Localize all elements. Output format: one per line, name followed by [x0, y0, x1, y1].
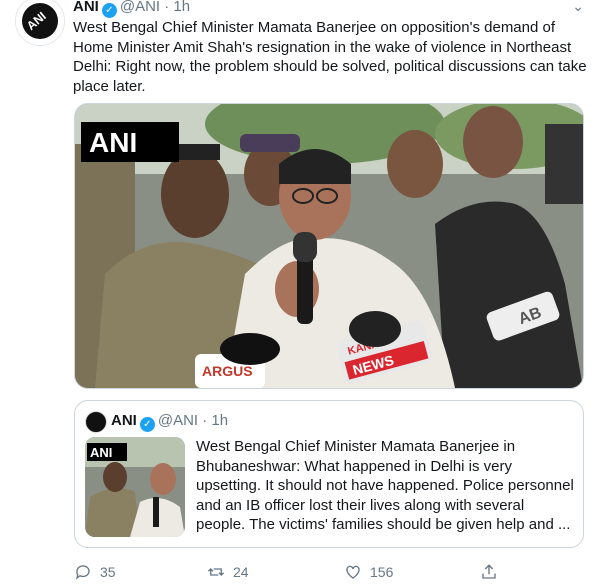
avatar[interactable]: ANI: [15, 0, 65, 46]
mic-label-argus: ARGUS: [202, 363, 253, 379]
quoted-ani-watermark: ANI: [90, 445, 112, 460]
tweet-header: ANI ✓ @ANI · 1h: [73, 0, 190, 18]
heart-icon: [346, 565, 360, 579]
separator: ·: [164, 0, 170, 15]
reply-icon: [75, 565, 90, 580]
ani-watermark: ANI: [89, 127, 137, 158]
chevron-down-icon[interactable]: ⌄: [572, 0, 584, 15]
share-button[interactable]: [480, 562, 498, 582]
verified-icon: ✓: [101, 3, 117, 18]
tweet: ANI ANI ✓ @ANI · 1h ⌄ West Bengal Chief Mi…: [0, 0, 606, 588]
quoted-tweet[interactable]: ANI ✓ @ANI · 1h ANI West Bengal Chief Mini…: [74, 400, 584, 548]
separator: ·: [202, 412, 208, 429]
quoted-timestamp: 1h: [211, 412, 229, 429]
retweet-count: 24: [233, 564, 249, 580]
quoted-thumbnail[interactable]: ANI: [85, 437, 185, 537]
quoted-author-handle: @ANI: [157, 412, 199, 429]
like-count: 156: [370, 564, 394, 580]
author-handle[interactable]: @ANI: [120, 0, 160, 15]
timestamp[interactable]: 1h: [173, 0, 190, 15]
action-bar: 35 24 156: [74, 562, 594, 582]
ani-logo: ANI: [22, 3, 58, 39]
reply-button[interactable]: 35: [74, 562, 116, 582]
avatar-logo-text: ANI: [23, 8, 49, 34]
like-button[interactable]: 156: [344, 562, 393, 582]
reply-count: 35: [100, 564, 116, 580]
quoted-thumbnail-image: ANI: [85, 437, 185, 537]
quoted-author-name: ANI: [111, 412, 137, 429]
author-name[interactable]: ANI: [73, 0, 99, 15]
verified-icon: ✓: [139, 417, 155, 432]
quoted-avatar: [85, 411, 107, 433]
quoted-text: West Bengal Chief Minister Mamata Banerj…: [196, 438, 574, 533]
tweet-text: West Bengal Chief Minister Mamata Banerj…: [73, 19, 587, 95]
photo-image: ARGUS KANAK NEWS AB ANI: [75, 104, 583, 388]
retweet-button[interactable]: 24: [207, 562, 249, 582]
tweet-photo[interactable]: ARGUS KANAK NEWS AB ANI: [74, 103, 584, 389]
share-icon: [482, 564, 496, 579]
quoted-header: ANI ✓ @ANI · 1h: [111, 412, 228, 432]
retweet-icon: [208, 568, 224, 576]
